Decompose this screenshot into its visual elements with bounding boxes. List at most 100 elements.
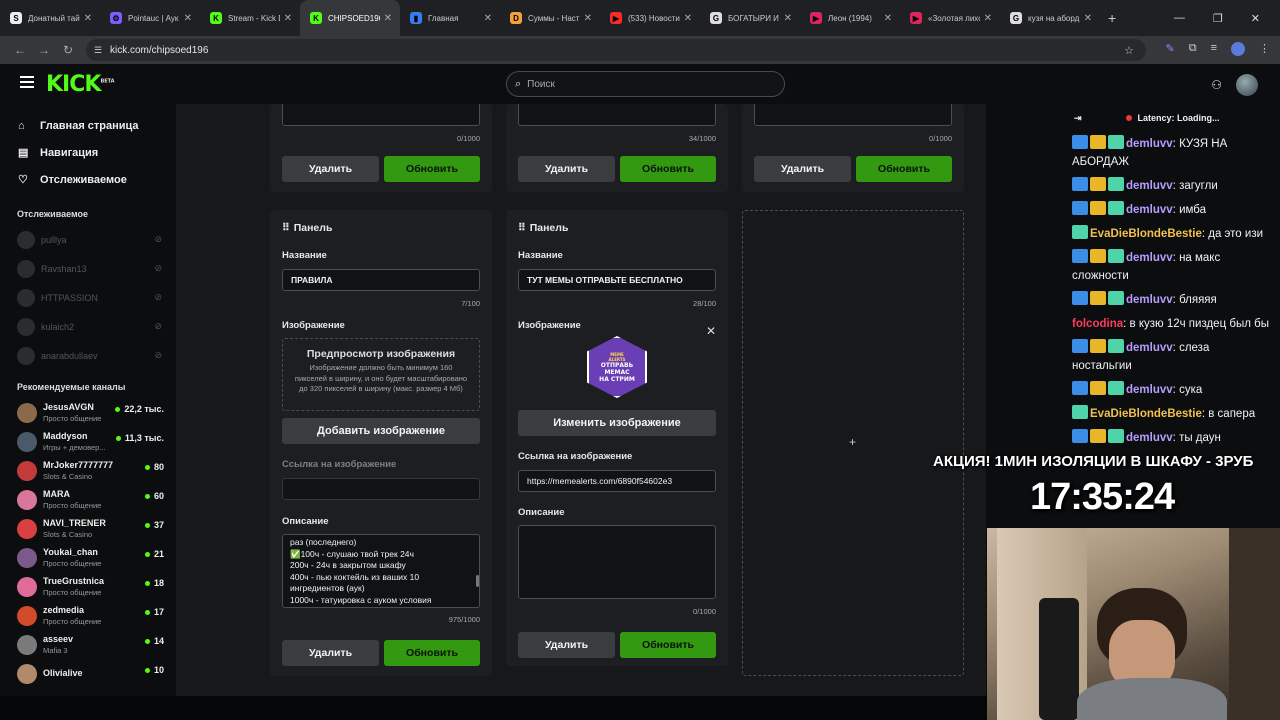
chat-username[interactable]: demluvv: [1126, 294, 1173, 306]
image-dropzone[interactable]: Предпросмотр изображения Изображение дол…: [282, 338, 480, 411]
recommended-channel[interactable]: TrueGrustnica Просто общение 18: [0, 572, 176, 601]
tab-close-icon[interactable]: ✕: [984, 13, 992, 24]
browser-tab[interactable]: S Донатный тай ✕: [0, 0, 100, 36]
recommended-channel[interactable]: asseev Mafia 3 14: [0, 630, 176, 659]
update-button[interactable]: Обновить: [620, 632, 716, 658]
description-field[interactable]: [518, 104, 716, 126]
browser-tab[interactable]: ⚙ Pointauc | Аук ✕: [100, 0, 200, 36]
following-channel[interactable]: Ravshan13 ⊘: [0, 254, 176, 283]
recommended-channel[interactable]: MARA Просто общение 60: [0, 485, 176, 514]
image-link-field[interactable]: https://memealerts.com/6890f54602e3: [518, 470, 716, 492]
minimize-icon[interactable]: —: [1174, 12, 1185, 24]
image-link-field[interactable]: [282, 478, 480, 500]
delete-button[interactable]: Удалить: [282, 156, 379, 182]
remove-image-icon[interactable]: ✕: [706, 324, 716, 338]
user-avatar[interactable]: [1236, 74, 1258, 96]
back-icon[interactable]: ←: [8, 43, 32, 57]
tab-close-icon[interactable]: ✕: [184, 13, 192, 24]
recommended-channel[interactable]: Olivialive 10: [0, 659, 176, 688]
tab-close-icon[interactable]: ✕: [1084, 13, 1092, 24]
delete-button[interactable]: Удалить: [754, 156, 851, 182]
browser-tab[interactable]: K Stream - Kick D ✕: [200, 0, 300, 36]
browser-tab[interactable]: ▶ «Золотая лихо ✕: [900, 0, 1000, 36]
browser-tab[interactable]: ▶ (533) Новости ✕: [600, 0, 700, 36]
forward-icon[interactable]: →: [32, 43, 56, 57]
tab-close-icon[interactable]: ✕: [284, 13, 292, 24]
bookmark-star-icon[interactable]: ☆: [1124, 44, 1134, 57]
recommended-channel[interactable]: Maddyson Игры + демовер... 11,3 тыс.: [0, 427, 176, 456]
tab-close-icon[interactable]: ✕: [484, 13, 492, 24]
recommended-channel[interactable]: NAVI_TRENER Slots & Casino 37: [0, 514, 176, 543]
name-field[interactable]: ТУТ МЕМЫ ОТПРАВЬТЕ БЕСПЛАТНО: [518, 269, 716, 291]
drag-handle-icon[interactable]: ⠿: [518, 222, 526, 234]
maximize-icon[interactable]: ❐: [1213, 12, 1223, 25]
notifications-icon[interactable]: ⚇: [1211, 78, 1222, 92]
menu-dots-icon[interactable]: ⋮: [1259, 42, 1270, 56]
update-button[interactable]: Обновить: [620, 156, 716, 182]
reload-icon[interactable]: ↻: [56, 43, 80, 57]
tab-close-icon[interactable]: ✕: [384, 13, 392, 24]
chat-username[interactable]: folcodina: [1072, 318, 1123, 330]
description-field[interactable]: [754, 104, 952, 126]
chat-username[interactable]: EvaDieBlondeBestie: [1090, 408, 1202, 420]
recommended-channel[interactable]: MrJoker7777777 Slots & Casino 80: [0, 456, 176, 485]
sidebar-nav-item[interactable]: ♡ Отслеживаемое: [0, 166, 176, 193]
hamburger-menu-icon[interactable]: [20, 76, 34, 91]
description-field[interactable]: [282, 104, 480, 126]
puzzle-extension-icon[interactable]: ⧉: [1189, 42, 1197, 56]
add-image-button[interactable]: Добавить изображение: [282, 418, 480, 444]
browser-tab[interactable]: D Суммы - Наст ✕: [500, 0, 600, 36]
kick-logo[interactable]: KICKBETA: [46, 72, 115, 97]
sidebar-nav-item[interactable]: ▤ Навигация: [0, 139, 176, 166]
chat-username[interactable]: demluvv: [1126, 342, 1173, 354]
add-panel-dropzone[interactable]: +: [742, 210, 964, 676]
name-field[interactable]: ПРАВИЛА: [282, 269, 480, 291]
close-window-icon[interactable]: ✕: [1251, 12, 1260, 25]
textarea-scrollbar[interactable]: [476, 575, 479, 587]
drag-handle-icon[interactable]: ⠿: [282, 222, 290, 234]
browser-tab[interactable]: ▶ Леон (1994) ✕: [800, 0, 900, 36]
recommended-channel[interactable]: Youkai_chan Просто общение 21: [0, 543, 176, 572]
tab-close-icon[interactable]: ✕: [784, 13, 792, 24]
following-channel[interactable]: pulllya ⊘: [0, 225, 176, 254]
site-info-icon[interactable]: ☰: [94, 45, 102, 56]
recommended-channel[interactable]: JesusAVGN Просто общение 22,2 тыс.: [0, 398, 176, 427]
tab-close-icon[interactable]: ✕: [884, 13, 892, 24]
chat-username[interactable]: EvaDieBlondeBestie: [1090, 228, 1202, 240]
tab-close-icon[interactable]: ✕: [84, 13, 92, 24]
url-field[interactable]: ☰ kick.com/chipsoed196 ☆: [86, 39, 1146, 61]
browser-tab[interactable]: G БОГАТЫРИ И , ✕: [700, 0, 800, 36]
chat-collapse-icon[interactable]: ⇥: [1074, 113, 1082, 124]
add-panel-plus-icon[interactable]: +: [849, 435, 856, 449]
chat-username[interactable]: demluvv: [1126, 204, 1173, 216]
search-input[interactable]: ⌕ Поиск: [506, 71, 785, 97]
chat-username[interactable]: demluvv: [1126, 252, 1173, 264]
new-tab-icon[interactable]: +: [1100, 10, 1124, 26]
update-button[interactable]: Обновить: [384, 640, 480, 666]
following-channel[interactable]: HTTPASSION ⊘: [0, 283, 176, 312]
tab-close-icon[interactable]: ✕: [684, 13, 692, 24]
media-control-icon[interactable]: ≡: [1211, 42, 1217, 56]
following-channel[interactable]: kulaich2 ⊘: [0, 312, 176, 341]
description-textarea[interactable]: раз (последнего) ✅100ч - слушаю твой трек…: [282, 534, 480, 608]
recommended-channel[interactable]: zedmedia Просто общение 17: [0, 601, 176, 630]
delete-button[interactable]: Удалить: [282, 640, 379, 666]
description-textarea[interactable]: [518, 525, 716, 599]
profile-avatar-icon[interactable]: [1231, 42, 1245, 56]
browser-tab[interactable]: ▮ Главная ✕: [400, 0, 500, 36]
browser-tab[interactable]: Gкузя на аборд ✕: [1000, 0, 1100, 36]
delete-button[interactable]: Удалить: [518, 156, 615, 182]
pen-extension-icon[interactable]: ✎: [1166, 42, 1175, 56]
chat-username[interactable]: demluvv: [1126, 180, 1173, 192]
tab-close-icon[interactable]: ✕: [584, 13, 592, 24]
following-channel[interactable]: anarabdullaev ⊘: [0, 341, 176, 370]
update-button[interactable]: Обновить: [856, 156, 952, 182]
sidebar-nav-item[interactable]: ⌂ Главная страница: [0, 112, 176, 139]
chat-username[interactable]: demluvv: [1126, 384, 1173, 396]
chat-username[interactable]: demluvv: [1126, 432, 1173, 444]
change-image-button[interactable]: Изменить изображение: [518, 410, 716, 436]
browser-tab[interactable]: K CHIPSOED196 ✕: [300, 0, 400, 36]
chat-username[interactable]: demluvv: [1126, 138, 1173, 150]
delete-button[interactable]: Удалить: [518, 632, 615, 658]
update-button[interactable]: Обновить: [384, 156, 480, 182]
